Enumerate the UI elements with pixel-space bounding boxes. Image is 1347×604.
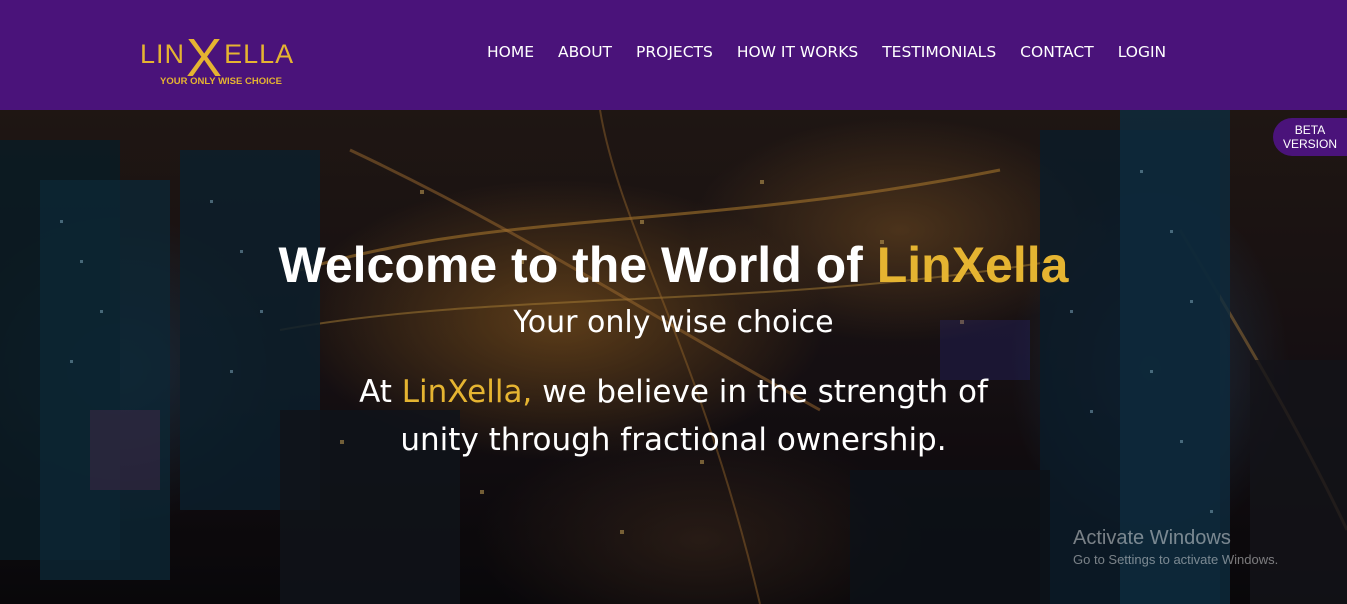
nav-login[interactable]: LOGIN [1118,43,1166,61]
logo-left: LIN [140,39,186,69]
logo-x: X [186,28,224,88]
logo-tagline: YOUR ONLY WISE CHOICE [160,76,282,87]
main-nav: HOME ABOUT PROJECTS HOW IT WORKS TESTIMO… [487,43,1166,61]
windows-activation-watermark: Activate Windows Go to Settings to activ… [1073,527,1278,567]
watermark-title: Activate Windows [1073,527,1231,549]
logo[interactable]: LIN X ELLA YOUR ONLY WISE CHOICE [140,20,310,90]
logo-wordmark: LIN X ELLA [140,30,295,85]
hero-body-accent: LinXella, [401,374,533,410]
hero-title-accent: LinXella [876,237,1069,293]
hero-body-rest: we believe in the strength of [532,374,988,410]
site-header: LIN X ELLA YOUR ONLY WISE CHOICE HOME AB… [0,0,1347,110]
nav-contact[interactable]: CONTACT [1020,43,1094,61]
nav-home[interactable]: HOME [487,43,534,61]
hero-body-line1: At LinXella, we believe in the strength … [0,368,1347,416]
hero-body-line2: unity through fractional ownership. [400,422,947,458]
hero-body-prefix: At [359,374,402,410]
nav-projects[interactable]: PROJECTS [636,43,713,61]
nav-about[interactable]: ABOUT [558,43,612,61]
watermark-subtitle: Go to Settings to activate Windows. [1073,552,1279,567]
hero-title: Welcome to the World of LinXella [0,236,1347,294]
hero-body: At LinXella, we believe in the strength … [0,368,1347,464]
nav-how-it-works[interactable]: HOW IT WORKS [737,43,858,61]
hero-subtitle: Your only wise choice [513,305,834,340]
hero-title-prefix: Welcome to the World of [278,237,877,293]
beta-line2: VERSION [1282,137,1337,151]
hero-section: BETA VERSION Welcome to the World of Lin… [0,110,1347,604]
nav-testimonials[interactable]: TESTIMONIALS [882,43,996,61]
beta-line1: BETA [1294,123,1326,137]
logo-right: ELLA [224,39,295,69]
beta-badge: BETA VERSION [1273,118,1347,156]
